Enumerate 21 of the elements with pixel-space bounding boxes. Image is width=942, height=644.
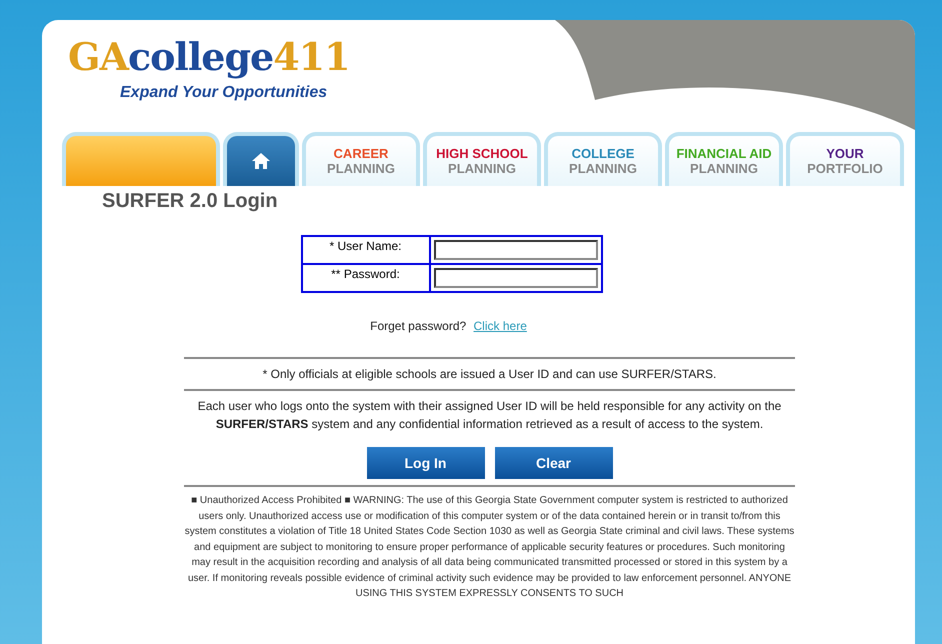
nav-tab[interactable]: COLLEGE PLANNING <box>544 132 662 186</box>
warning-text: ■ Unauthorized Access Prohibited ■ WARNING: The use of this Georgia State Government computer system is restricted to authorized users only. Unauthorized access use or modification of this computer system or of the data contained herein or in transit to/from this system constitutes a violation of Title 18 United States Code Section 1030 as well as Georgia State criminal and civil laws. These systems and equipment are subject to monitoring to ensure proper performance of applicable security features or procedures. Such monitoring may result in the acquisition recording and analysis of all data being communicated transmitted processed or stored in this system by a user. If monitoring reveals possible evidence of criminal activity such evidence may be provided to law enforcement personnel. ANYONE USING THIS SYSTEM EXPRESSLY CONSENTS TO SUCH <box>184 495 794 599</box>
field-label: ** Password: <box>302 264 430 292</box>
forgot-text: Forget password? <box>370 319 466 333</box>
responsibility-text: Each user who logs onto the system with their assigned User ID will be held responsible for any activity on the SURFER/STARS system and any confidential information retrieved as a result of access to the system. <box>198 399 782 431</box>
nav-tab[interactable]: YOUR PORTFOLIO <box>786 132 904 186</box>
click-here-link[interactable]: Click here <box>474 319 527 333</box>
home-tab[interactable] <box>223 132 299 186</box>
logo[interactable]: GAcollege411 <box>68 34 915 80</box>
nav-tab[interactable]: HIGH SCHOOL PLANNING <box>423 132 541 186</box>
tagline: Expand Your Opportunities <box>120 84 328 102</box>
input-field[interactable] <box>434 240 598 260</box>
form-button[interactable]: Log In <box>366 447 484 479</box>
home-icon <box>251 152 271 170</box>
page-title: SURFER 2.0 Login <box>102 190 279 213</box>
input-field[interactable] <box>434 268 598 288</box>
nav-tab[interactable]: CAREER PLANNING <box>302 132 420 186</box>
nav-tab[interactable]: FINANCIAL AID PLANNING <box>665 132 783 186</box>
field-label: * User Name: <box>302 236 430 264</box>
form-button[interactable]: Clear <box>494 447 612 479</box>
notice-text: * Only officials at eligible schools are issued a User ID and can use SURFER/STARS. <box>262 367 716 381</box>
